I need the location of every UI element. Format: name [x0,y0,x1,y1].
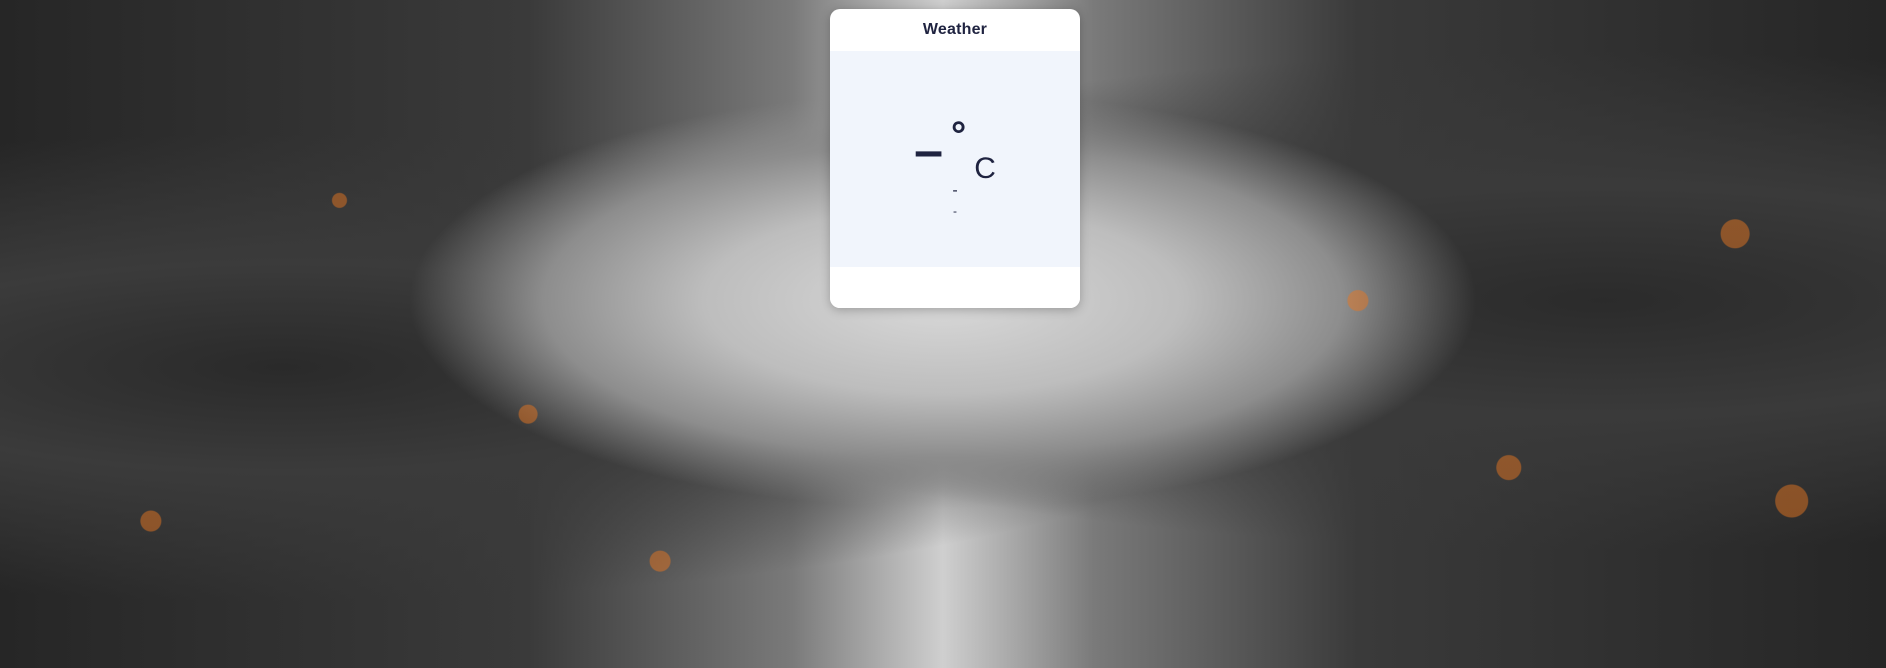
weather-widget: Weather – ° C - - [830,9,1080,308]
weather-location: - [953,204,957,218]
widget-title: Weather [922,21,988,38]
weather-condition: - [952,182,958,199]
temperature-unit: C [974,152,996,185]
weather-body: – ° C - - [830,51,1080,267]
widget-footer [830,267,1080,308]
temperature-row: – ° C [914,117,996,184]
temperature-value: – [914,122,944,180]
degree-symbol: ° [951,115,967,157]
